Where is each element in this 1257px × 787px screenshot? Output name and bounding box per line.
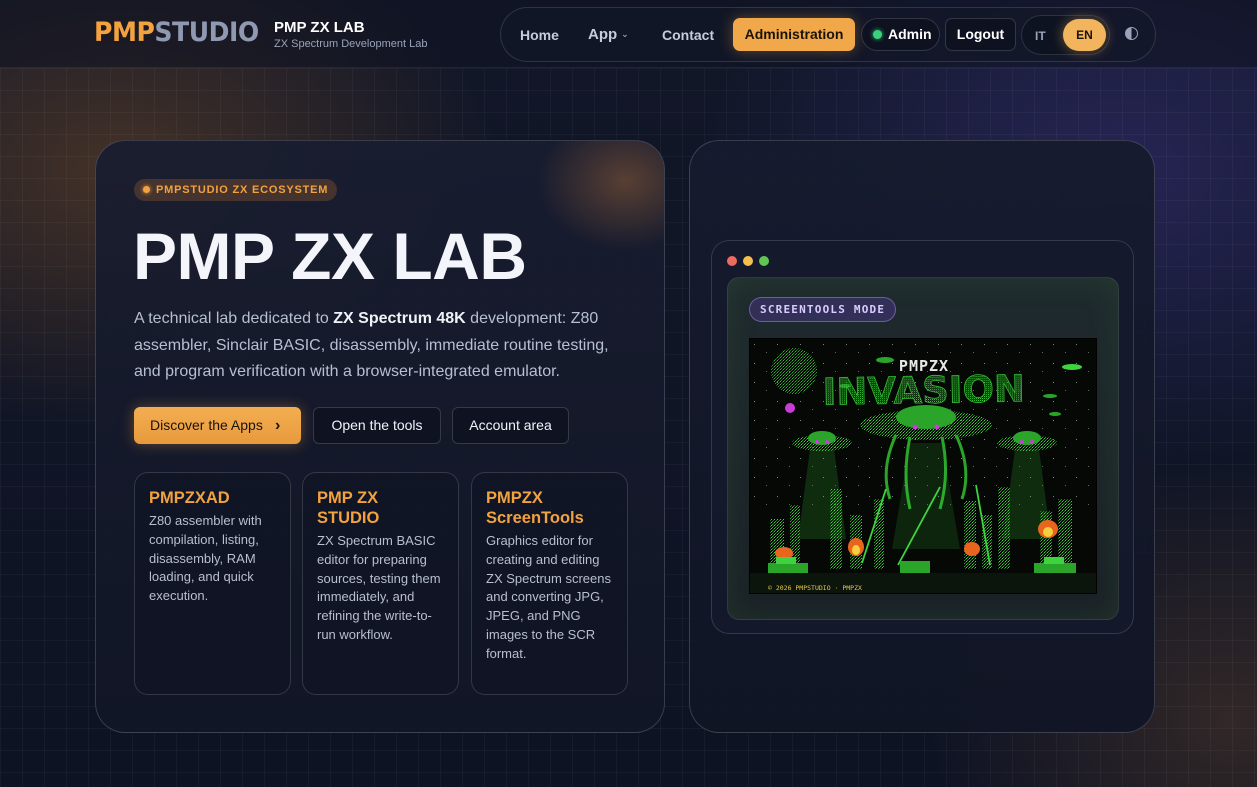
game-copyright-text: © 2026 PMPSTUDIO · PMPZX <box>768 584 862 592</box>
administration-button[interactable]: Administration <box>733 18 855 51</box>
badge-label: PMPSTUDIO ZX ECOSYSTEM <box>156 184 329 196</box>
app-card-pmpzxad[interactable]: PMPZXAD Z80 assembler with compilation, … <box>134 472 291 695</box>
logout-button[interactable]: Logout <box>945 18 1016 51</box>
app-card-title: PMPZXAD <box>149 489 230 507</box>
nav-app-label: App <box>588 26 618 43</box>
chevron-down-icon: ⌄ <box>621 29 629 39</box>
brand-title: PMP ZX LAB <box>274 19 365 36</box>
game-artwork: PMPZX INVASION © 2026 PMPSTUDIO · PMPZX <box>750 339 1096 593</box>
site-header: PMPSTUDIO PMP ZX LAB ZX Spectrum Develop… <box>0 0 1257 68</box>
window-close-dot <box>727 256 737 266</box>
logo-part-pmp: PMP <box>94 17 155 48</box>
screentools-mode-tag: SCREENTOOLS MODE <box>749 297 897 322</box>
window-maximize-dot <box>759 256 769 266</box>
discover-apps-label: Discover the Apps <box>150 417 263 433</box>
user-name: Admin <box>888 26 932 42</box>
app-card-pmpzx-screentools[interactable]: PMPZX ScreenTools Graphics editor for cr… <box>471 472 628 695</box>
app-card-description: Graphics editor for creating and editing… <box>486 533 611 661</box>
app-card-pmp-zx-studio[interactable]: PMP ZX STUDIO ZX Spectrum BASIC editor f… <box>302 472 459 695</box>
hero-glow-decoration <box>536 141 664 251</box>
hero-description: A technical lab dedicated to ZX Spectrum… <box>134 306 634 386</box>
language-en-button[interactable]: EN <box>1063 19 1106 51</box>
discover-apps-button[interactable]: Discover the Apps › <box>134 407 301 444</box>
theme-toggle-icon[interactable] <box>1125 27 1138 40</box>
brand-subtitle: ZX Spectrum Development Lab <box>274 38 428 50</box>
nav-app-dropdown[interactable]: App ⌄ <box>588 26 629 43</box>
app-card-title: PMP ZX STUDIO <box>317 489 380 527</box>
logo-part-studio: STUDIO <box>154 17 259 48</box>
app-card-description: Z80 assembler with compilation, listing,… <box>149 513 262 604</box>
zx-spectrum-screen-image: PMPZX INVASION © 2026 PMPSTUDIO · PMPZX <box>749 338 1097 594</box>
user-status-pill[interactable]: Admin <box>861 18 940 51</box>
ecosystem-badge: PMPSTUDIO ZX ECOSYSTEM <box>134 179 338 201</box>
app-card-description: ZX Spectrum BASIC editor for preparing s… <box>317 533 441 642</box>
app-preview-window: SCREENTOOLS MODE PMPZX INVASION © 2026 P… <box>711 240 1134 634</box>
hero-desc-highlight: ZX Spectrum 48K <box>333 310 466 327</box>
preview-card: SCREENTOOLS MODE PMPZX INVASION © 2026 P… <box>689 140 1155 733</box>
hero-card: PMPSTUDIO ZX ECOSYSTEM PMP ZX LAB A tech… <box>95 140 665 733</box>
main-navigation: Home App ⌄ Contact Administration Admin L… <box>500 7 1156 62</box>
chevron-right-icon: › <box>275 417 281 434</box>
window-minimize-dot <box>743 256 753 266</box>
hero-desc-intro: A technical lab dedicated to <box>134 310 334 327</box>
hero-title: PMP ZX LAB <box>133 219 527 293</box>
language-it-button[interactable]: IT <box>1035 29 1046 43</box>
language-switcher: IT EN <box>1021 15 1110 55</box>
account-area-button[interactable]: Account area <box>452 407 569 444</box>
brand-logo[interactable]: PMPSTUDIO <box>94 16 259 50</box>
online-status-icon <box>873 30 882 39</box>
app-card-title: PMPZX ScreenTools <box>486 489 584 527</box>
open-tools-button[interactable]: Open the tools <box>313 407 441 444</box>
nav-contact-link[interactable]: Contact <box>662 27 714 43</box>
screentools-panel: SCREENTOOLS MODE PMPZX INVASION © 2026 P… <box>727 277 1119 620</box>
nav-home-link[interactable]: Home <box>520 27 559 43</box>
badge-dot-icon <box>143 186 150 193</box>
